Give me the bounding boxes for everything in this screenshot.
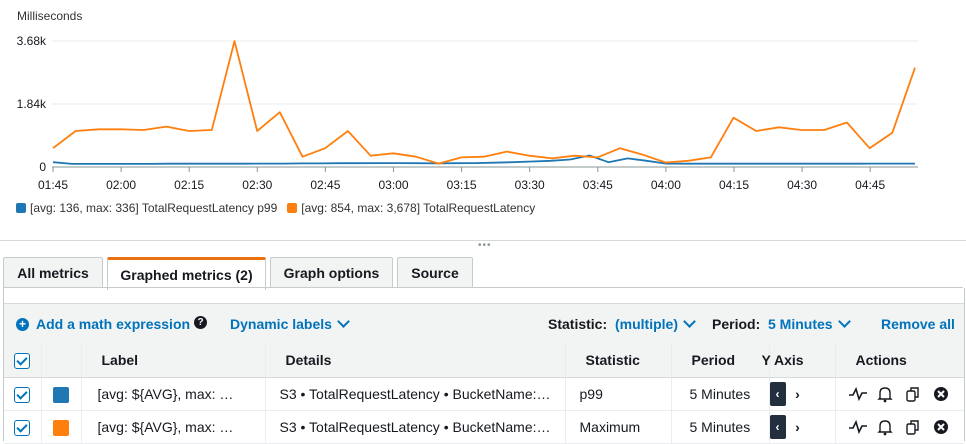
remove-all-button[interactable]: Remove all [881, 316, 955, 332]
graphed-metrics-panel: + Add a math expression ? Dynamic labels… [3, 288, 965, 444]
legend-swatch-orange [287, 203, 298, 213]
period-label: Period: [712, 316, 761, 332]
y-axis-label: Milliseconds [17, 9, 82, 23]
chevron-down-icon [337, 314, 350, 328]
metrics-tabs: All metrics Graphed metrics (2) Graph op… [3, 257, 477, 290]
row-period[interactable]: 5 Minutes [672, 386, 769, 402]
latency-line-chart: Milliseconds 3.68k 1.84k 0 01:45 02:00 02:15… [17, 9, 918, 192]
series-color-swatch[interactable] [53, 419, 69, 436]
y-tick-labels: 3.68k 1.84k 0 [17, 34, 47, 174]
legend-item-total[interactable]: [avg: 854, max: 3,678] TotalRequestLaten… [287, 201, 535, 215]
add-math-label: Add a math expression [36, 316, 191, 332]
copy-icon[interactable] [903, 385, 923, 403]
statistic-column-header[interactable]: Statistic [566, 352, 671, 368]
y-tick-label: 0 [39, 160, 46, 174]
y-tick-label: 3.68k [17, 34, 47, 48]
actions-column-header: Actions [855, 352, 907, 368]
dynamic-labels-label: Dynamic labels [230, 316, 332, 332]
row-statistic[interactable]: p99 [566, 386, 671, 402]
legend-swatch-blue [16, 203, 26, 213]
bell-icon[interactable] [875, 418, 895, 436]
tab-all-metrics[interactable]: All metrics [3, 257, 103, 287]
row-details: S3 • TotalRequestLatency • BucketName:… [279, 419, 551, 435]
x-tick-label: 04:45 [855, 178, 885, 192]
series-color-swatch[interactable] [53, 386, 69, 403]
series-line-total [52, 40, 916, 165]
x-tick-labels: 01:45 02:00 02:15 02:30 02:45 03:00 03:15 03:30… [38, 167, 886, 192]
legend-label-total: [avg: 854, max: 3,678] TotalRequestLaten… [301, 201, 536, 215]
legend-item-p99[interactable]: [avg: 136, max: 336] TotalRequestLatency… [16, 201, 277, 215]
copy-icon[interactable] [903, 418, 923, 436]
yaxis-left-button[interactable]: ‹ [769, 382, 786, 406]
chevron-down-icon [837, 314, 851, 328]
add-math-expression-button[interactable]: + Add a math expression [16, 316, 190, 332]
details-column-header[interactable]: Details [266, 352, 565, 368]
x-tick-label: 04:00 [651, 178, 681, 192]
x-tick-label: 03:30 [515, 178, 545, 192]
graph-math-icon[interactable] [848, 418, 868, 436]
statistic-value: (multiple) [615, 316, 678, 332]
yaxis-left-button[interactable]: ‹ [769, 415, 786, 439]
row-details: S3 • TotalRequestLatency • BucketName:… [279, 386, 551, 402]
x-tick-label: 02:45 [310, 178, 340, 192]
x-tick-label: 02:15 [174, 178, 204, 192]
y-tick-label: 1.84k [17, 97, 47, 111]
metrics-table: Label Details Statistic Period Y Axis Ac… [4, 343, 964, 444]
x-tick-label: 04:15 [719, 178, 749, 192]
period-value: 5 Minutes [768, 316, 833, 332]
row-period[interactable]: 5 Minutes [672, 419, 769, 435]
color-column-header [40, 343, 81, 378]
chevron-down-icon [683, 314, 696, 328]
help-icon: ? [194, 316, 207, 329]
period-column-header[interactable]: Period [672, 352, 769, 368]
row-checkbox[interactable] [14, 386, 31, 403]
dynamic-labels-dropdown[interactable]: Dynamic labels [230, 314, 350, 332]
bell-icon[interactable] [875, 385, 895, 403]
chart-series [52, 40, 916, 165]
resize-grip-icon[interactable]: ••• [478, 241, 492, 251]
tab-graphed-metrics[interactable]: Graphed metrics (2) [107, 257, 266, 290]
label-column-header[interactable]: Label [82, 352, 265, 368]
row-label[interactable]: [avg: ${AVG}, max: … [82, 386, 265, 402]
yaxis-column-header: Y Axis [761, 352, 804, 368]
chart-grid [52, 40, 918, 168]
x-tick-label: 03:00 [378, 178, 408, 192]
statistic-label: Statistic: [548, 316, 608, 332]
close-icon[interactable] [931, 418, 951, 436]
table-header-row: Label Details Statistic Period Y Axis Ac… [4, 343, 964, 378]
x-tick-label: 02:30 [242, 178, 272, 192]
x-tick-label: 01:45 [38, 178, 68, 192]
legend-label-p99: [avg: 136, max: 336] TotalRequestLatency… [30, 201, 278, 215]
metrics-toolbar: + Add a math expression ? Dynamic labels… [4, 303, 964, 345]
table-row: [avg: ${AVG}, max: … S3 • TotalRequestLa… [4, 377, 964, 411]
x-tick-label: 02:00 [106, 178, 136, 192]
yaxis-right-button[interactable]: › [790, 419, 806, 435]
table-row: [avg: ${AVG}, max: … S3 • TotalRequestLa… [4, 410, 964, 444]
select-all-checkbox[interactable] [14, 352, 31, 369]
statistic-dropdown[interactable]: (multiple) [615, 314, 696, 332]
tab-source[interactable]: Source [397, 257, 473, 287]
x-tick-label: 04:30 [787, 178, 817, 192]
x-tick-label: 03:45 [583, 178, 613, 192]
row-statistic[interactable]: Maximum [566, 419, 671, 435]
yaxis-right-button[interactable]: › [790, 386, 806, 402]
row-label[interactable]: [avg: ${AVG}, max: … [82, 419, 265, 435]
row-checkbox[interactable] [14, 419, 31, 436]
graph-math-icon[interactable] [848, 385, 868, 403]
x-tick-label: 03:15 [447, 178, 477, 192]
help-button[interactable]: ? [194, 316, 207, 329]
tab-graph-options[interactable]: Graph options [270, 257, 393, 287]
plus-circle-icon: + [16, 317, 29, 331]
close-icon[interactable] [931, 385, 951, 403]
chart-legend: [avg: 136, max: 336] TotalRequestLatency… [16, 201, 545, 215]
period-dropdown[interactable]: 5 Minutes [768, 314, 851, 332]
